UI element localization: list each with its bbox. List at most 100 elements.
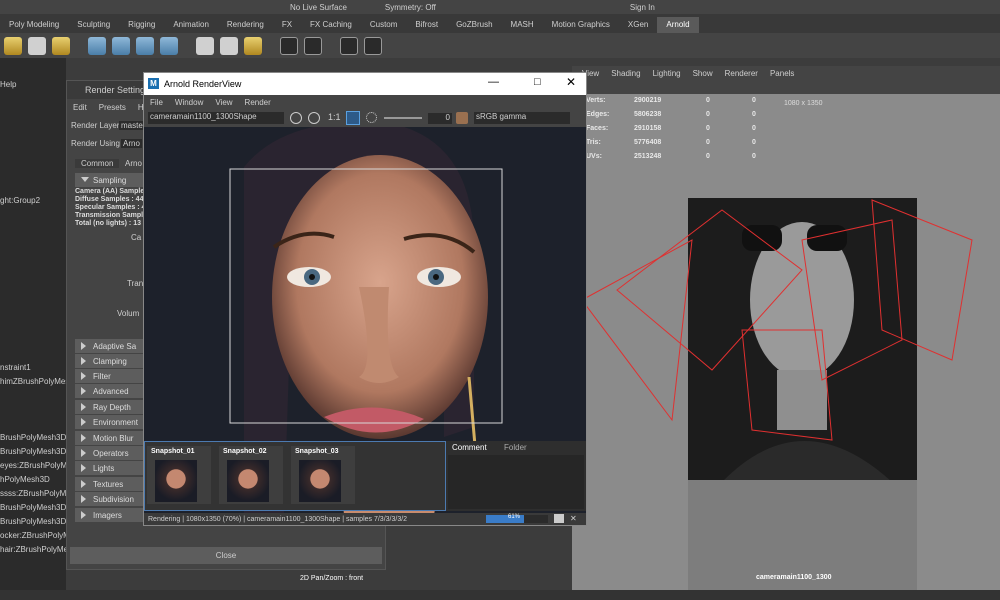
ratio-label[interactable]: 1:1 [328, 112, 341, 122]
play-icon[interactable] [364, 36, 382, 55]
summary-line: Specular Samples : 4 [75, 204, 146, 211]
shelf-tab[interactable]: GoZBrush [447, 20, 501, 33]
shelf-tabs: Poly Modeling Sculpting Rigging Animatio… [0, 14, 1000, 33]
viewport-menu-item[interactable]: Shading [611, 69, 640, 78]
outliner-item[interactable]: ocker:ZBrushPolyMe [0, 531, 74, 540]
menu-view[interactable]: View [215, 98, 232, 107]
outliner-item[interactable]: Help [0, 80, 16, 89]
mesh-light-icon[interactable] [112, 36, 130, 55]
stat-value: 0 [752, 125, 756, 132]
close-button[interactable]: Close [70, 547, 382, 564]
avatar [456, 112, 468, 124]
expand-icon [81, 480, 86, 488]
camera-dropdown[interactable]: cameramain1100_1300Shape [148, 112, 284, 124]
symmetry-dropdown[interactable]: Symmetry: Off [385, 3, 436, 12]
exposure-field[interactable]: 0 [428, 113, 452, 124]
poly-count-values: 2900219 5806238 2910158 5776408 2513248 [634, 94, 661, 164]
stat-label: Verts: [586, 97, 606, 104]
area-light-icon[interactable] [88, 36, 106, 55]
bake-icon[interactable] [244, 36, 262, 55]
tab-arnold[interactable]: Arno [125, 159, 142, 168]
section-label: Sampling [93, 175, 127, 185]
viewport-menubar: View Shading Lighting Show Renderer Pane… [572, 66, 1000, 80]
shelf-tab[interactable]: MASH [502, 20, 543, 33]
render-icon[interactable] [4, 36, 22, 55]
outliner-item[interactable]: BrushPolyMesh3D [0, 447, 66, 456]
color-space-dropdown[interactable]: sRGB gamma [474, 112, 570, 124]
shelf-tab[interactable]: Rigging [119, 20, 164, 33]
minimize-icon[interactable]: — [488, 76, 499, 88]
sign-in-link[interactable]: Sign In [630, 3, 655, 12]
shelf-tab[interactable]: Animation [164, 20, 218, 33]
snapshot-item[interactable]: Snapshot_03 [291, 446, 355, 504]
menu-file[interactable]: File [150, 98, 163, 107]
poly-count-selected: 0 0 0 0 0 [706, 94, 710, 164]
comment-textarea[interactable] [448, 455, 584, 509]
camera-samples-label: Ca [131, 233, 142, 242]
outliner-item[interactable]: BrushPolyMesh3D [0, 503, 66, 512]
snapshot-item[interactable]: Snapshot_01 [147, 446, 211, 504]
light-icon[interactable] [52, 36, 70, 55]
ipr-icon[interactable] [28, 36, 46, 55]
shelf-tab[interactable]: Rendering [218, 20, 273, 33]
menu-render[interactable]: Render [245, 98, 271, 107]
eye-icon[interactable] [340, 36, 358, 55]
shelf-tab[interactable]: XGen [619, 20, 657, 33]
viewport-menu-item[interactable]: Lighting [653, 69, 681, 78]
outliner-item[interactable]: hair:ZBrushPolyMe [0, 545, 68, 554]
tab-folder[interactable]: Folder [504, 443, 527, 452]
volume-icon[interactable] [304, 36, 322, 55]
viewport-menu-item[interactable]: Show [693, 69, 713, 78]
shelf-tab[interactable]: Sculpting [68, 20, 119, 33]
tab-common[interactable]: Common [75, 159, 120, 168]
outliner-item[interactable]: BrushPolyMesh3D [0, 517, 66, 526]
shelf-icons [0, 33, 1000, 58]
live-surface-field[interactable]: No Live Surface [290, 3, 347, 12]
render-start-icon[interactable] [290, 112, 302, 124]
shelf-tab-arnold[interactable]: Arnold [657, 17, 699, 33]
progress-label: 61% [508, 514, 521, 520]
outliner-item[interactable]: ssss:ZBrushPolyMe [0, 489, 71, 498]
menu-item[interactable]: Presets [99, 103, 126, 112]
outliner-item[interactable]: himZBrushPolyMesh [0, 377, 74, 386]
viewport-menu-item[interactable]: Panels [770, 69, 794, 78]
viewport-menu-item[interactable]: Renderer [725, 69, 758, 78]
outliner-item[interactable]: ght:Group2 [0, 196, 40, 205]
close-icon[interactable]: ✕ [570, 514, 577, 523]
close-icon[interactable]: ✕ [566, 75, 576, 89]
stat-value: 0 [752, 97, 756, 104]
shelf-tab[interactable]: Poly Modeling [0, 20, 68, 33]
crop-icon[interactable] [308, 112, 320, 124]
tab-comment[interactable]: Comment [452, 443, 487, 452]
arnold-menubar: File Window View Render [144, 95, 586, 109]
shelf-tab[interactable]: Bifrost [406, 20, 447, 33]
maximize-icon[interactable]: □ [534, 76, 541, 88]
shelf-tab[interactable]: Motion Graphics [543, 20, 619, 33]
exposure-slider[interactable] [384, 117, 422, 119]
photometric-light-icon[interactable] [136, 36, 154, 55]
snapshot-icon[interactable] [554, 514, 564, 523]
outliner-item[interactable]: BrushPolyMesh3D [0, 433, 66, 442]
region-icon[interactable] [346, 111, 360, 125]
arnold-title-bar[interactable]: M Arnold RenderView — □ ✕ [144, 73, 586, 95]
shelf-tab[interactable]: FX [273, 20, 301, 33]
outliner-item[interactable]: nstraint1 [0, 363, 31, 372]
texture-icon[interactable] [220, 36, 238, 55]
skydome-icon[interactable] [160, 36, 178, 55]
shelf-tab[interactable]: Custom [361, 20, 407, 33]
stat-value: 2910158 [634, 125, 662, 132]
menu-window[interactable]: Window [175, 98, 203, 107]
transmission-samples-label: Tran [127, 279, 144, 288]
shelf-tab[interactable]: FX Caching [301, 20, 361, 33]
render-using-dropdown[interactable]: Arno [121, 139, 142, 148]
outliner-item[interactable]: eyes:ZBrushPolyMe [0, 461, 72, 470]
time-slider[interactable] [0, 590, 1000, 600]
render-layer-dropdown[interactable]: maste [119, 121, 145, 130]
standin-icon[interactable] [280, 36, 298, 55]
outliner-item[interactable]: hPolyMesh3D [0, 475, 50, 484]
menu-item[interactable]: Edit [73, 103, 87, 112]
viewport-panel[interactable]: 1080 x 1350 Verts: Edges: Faces: Tris: U… [572, 80, 1000, 590]
stat-label: Faces: [586, 125, 609, 132]
checker-icon[interactable] [196, 36, 214, 55]
snapshot-item[interactable]: Snapshot_02 [219, 446, 283, 504]
